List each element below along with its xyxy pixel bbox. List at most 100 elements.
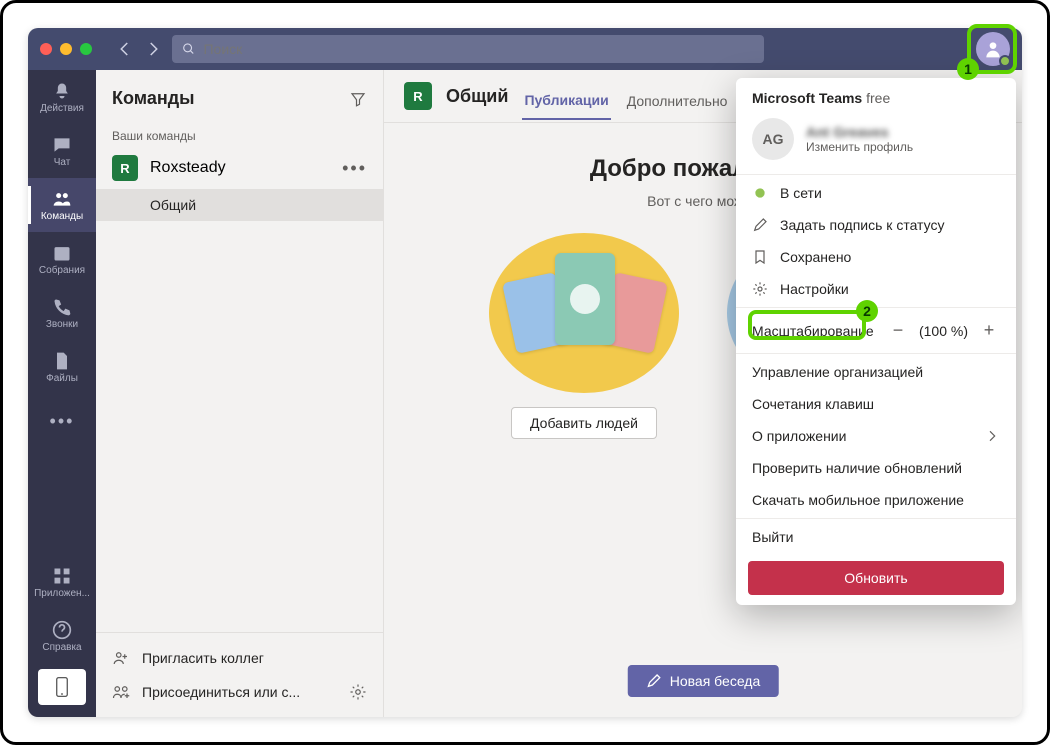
nav-forward-button[interactable] xyxy=(144,40,162,58)
rail-calls[interactable]: Звонки xyxy=(28,286,96,340)
link-label: Пригласить коллег xyxy=(142,650,264,666)
rail-meetings[interactable]: Собрания xyxy=(28,232,96,286)
maximize-window-button[interactable] xyxy=(80,43,92,55)
add-people-card: Добавить людей xyxy=(489,233,679,439)
tab-more[interactable]: Дополнительно xyxy=(625,87,730,119)
app-window: Действия Чат Команды Собрания Звонки Фай… xyxy=(28,28,1022,717)
filter-icon[interactable] xyxy=(349,90,367,108)
rail-label: Файлы xyxy=(46,373,78,384)
calendar-icon xyxy=(52,243,72,263)
people-illustration xyxy=(489,233,679,393)
compose-icon xyxy=(646,673,662,689)
rail-help[interactable]: Справка xyxy=(28,609,96,663)
search-bar[interactable] xyxy=(172,35,764,63)
user-name: Ant Greaves xyxy=(806,124,913,140)
zoom-row: Масштабирование − (100 %) + xyxy=(736,310,1016,351)
teams-pane: Команды Ваши команды R Roxsteady ••• Общ… xyxy=(96,70,384,717)
bell-icon xyxy=(52,81,72,101)
minimize-window-button[interactable] xyxy=(60,43,72,55)
close-window-button[interactable] xyxy=(40,43,52,55)
rail-mobile-button[interactable] xyxy=(38,669,86,705)
zoom-out-button[interactable]: − xyxy=(887,320,909,341)
rail-more[interactable]: ••• xyxy=(28,394,96,448)
join-icon xyxy=(112,683,130,701)
zoom-in-button[interactable]: + xyxy=(978,320,1000,341)
manage-org-row[interactable]: Управление организацией xyxy=(736,356,1016,388)
channel-title: Общий xyxy=(446,86,508,107)
saved-row[interactable]: Сохранено xyxy=(736,241,1016,273)
teams-title: Команды xyxy=(112,88,195,109)
about-row[interactable]: О приложении xyxy=(736,420,1016,452)
join-create-link[interactable]: Присоединиться или с... xyxy=(96,675,383,709)
rail-apps[interactable]: Приложен... xyxy=(28,555,96,609)
window-controls xyxy=(40,43,92,55)
row-label: Выйти xyxy=(752,529,793,545)
profile-menu: Microsoft Teams free AG Ant Greaves Изме… xyxy=(736,78,1016,605)
edit-profile-link[interactable]: Изменить профиль xyxy=(806,140,913,154)
zoom-value: (100 %) xyxy=(919,323,968,339)
download-mobile-row[interactable]: Скачать мобильное приложение xyxy=(736,484,1016,516)
presence-available-icon xyxy=(999,55,1011,67)
manage-teams-gear-icon[interactable] xyxy=(349,683,367,701)
check-updates-row[interactable]: Проверить наличие обновлений xyxy=(736,452,1016,484)
set-status-row[interactable]: Задать подпись к статусу xyxy=(736,209,1016,241)
phone-icon xyxy=(52,297,72,317)
titlebar xyxy=(28,28,1022,70)
row-label: Скачать мобильное приложение xyxy=(752,492,964,508)
status-row[interactable]: В сети xyxy=(736,177,1016,209)
chevron-right-icon xyxy=(984,428,1000,444)
profile-menu-title: Microsoft Teams free xyxy=(736,78,1016,112)
avatar: AG xyxy=(752,118,794,160)
ellipsis-icon: ••• xyxy=(50,411,75,432)
button-label: Новая беседа xyxy=(670,673,761,689)
search-icon xyxy=(182,42,195,56)
zoom-label: Масштабирование xyxy=(752,323,877,339)
row-label: О приложении xyxy=(752,428,846,444)
rail-activity[interactable]: Действия xyxy=(28,70,96,124)
status-available-icon xyxy=(752,185,768,201)
team-avatar: R xyxy=(112,155,138,181)
link-label: Присоединиться или с... xyxy=(142,684,300,700)
row-label: Задать подпись к статусу xyxy=(780,217,944,233)
invite-icon xyxy=(112,649,130,667)
teams-bottom: Пригласить коллег Присоединиться или с..… xyxy=(96,632,383,717)
teams-header: Команды xyxy=(96,70,383,121)
row-label: В сети xyxy=(780,185,822,201)
profile-avatar-button[interactable] xyxy=(976,32,1010,66)
your-teams-label: Ваши команды xyxy=(96,121,383,147)
rail-label: Приложен... xyxy=(34,588,90,599)
row-label: Управление организацией xyxy=(752,364,923,380)
invite-colleagues-link[interactable]: Пригласить коллег xyxy=(96,641,383,675)
search-input[interactable] xyxy=(203,41,754,57)
rail-chat[interactable]: Чат xyxy=(28,124,96,178)
add-people-button[interactable]: Добавить людей xyxy=(511,407,657,439)
channel-row[interactable]: Общий xyxy=(96,189,383,221)
rail-files[interactable]: Файлы xyxy=(28,340,96,394)
rail-teams[interactable]: Команды xyxy=(28,178,96,232)
chevron-right-icon xyxy=(984,185,1000,201)
apps-icon xyxy=(52,566,72,586)
new-conversation-button[interactable]: Новая беседа xyxy=(628,665,779,697)
row-label: Проверить наличие обновлений xyxy=(752,460,962,476)
team-row[interactable]: R Roxsteady ••• xyxy=(96,147,383,189)
rail-label: Звонки xyxy=(46,319,78,330)
settings-row[interactable]: Настройки xyxy=(736,273,1016,305)
profile-header[interactable]: AG Ant Greaves Изменить профиль xyxy=(736,112,1016,172)
sign-out-row[interactable]: Выйти xyxy=(736,521,1016,553)
team-name: Roxsteady xyxy=(150,159,226,177)
rail-label: Собрания xyxy=(39,265,85,276)
chat-icon xyxy=(52,135,72,155)
mobile-icon xyxy=(55,676,69,698)
nav-back-button[interactable] xyxy=(116,40,134,58)
help-icon xyxy=(52,620,72,640)
tab-posts[interactable]: Публикации xyxy=(522,86,610,120)
teams-icon xyxy=(52,189,72,209)
update-button[interactable]: Обновить xyxy=(748,561,1004,595)
team-more-button[interactable]: ••• xyxy=(342,158,367,179)
shortcuts-row[interactable]: Сочетания клавиш xyxy=(736,388,1016,420)
channel-avatar: R xyxy=(404,82,432,110)
file-icon xyxy=(52,351,72,371)
row-label: Сохранено xyxy=(780,249,851,265)
rail-label: Действия xyxy=(40,103,84,114)
app-rail: Действия Чат Команды Собрания Звонки Фай… xyxy=(28,70,96,717)
